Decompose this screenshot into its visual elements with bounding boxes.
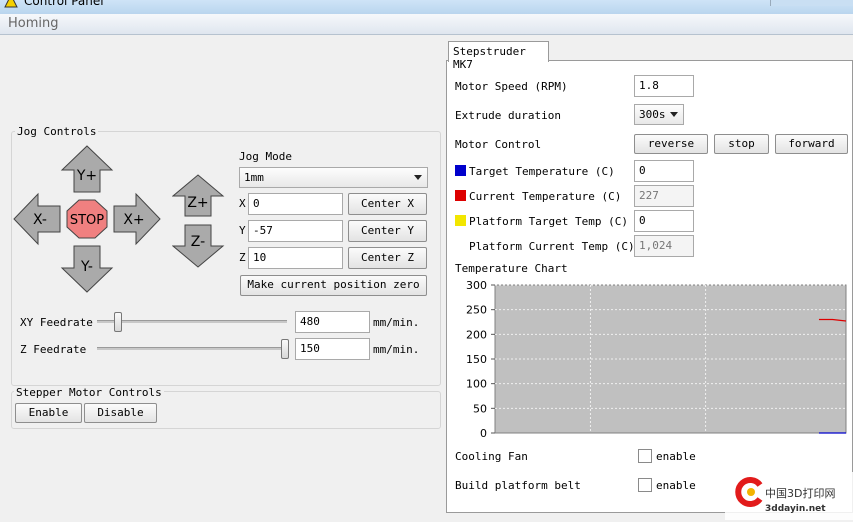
motor-speed-field[interactable]: 1.8 (634, 75, 694, 97)
chart-y-tick-label: 100 (466, 378, 487, 391)
temperature-chart: 0 50 100 150 200 250 300 (466, 279, 847, 440)
target-temp-label: Target Temperature (C) (469, 165, 615, 178)
menu-bar: Homing (0, 14, 853, 35)
z-minus-label: Z- (191, 234, 205, 250)
extrude-duration-value: 300s (639, 108, 666, 121)
enable-button[interactable]: Enable (15, 403, 82, 423)
z-position-field[interactable]: 10 (248, 247, 343, 269)
xy-feedrate-slider[interactable] (113, 312, 122, 332)
center-y-button[interactable]: Center Y (348, 220, 427, 242)
chart-y-tick-label: 250 (466, 304, 487, 317)
title-bar: Control Panel (0, 0, 853, 14)
platform-target-label: Platform Target Temp (C) (469, 215, 628, 228)
chart-y-tick-label: 200 (466, 328, 487, 341)
center-z-button[interactable]: Center Z (348, 247, 427, 269)
jog-controls-title: Jog Controls (15, 125, 99, 138)
y-minus-label: Y- (80, 259, 93, 275)
platform-current-label: Platform Current Temp (C) (469, 240, 635, 253)
jog-mode-select[interactable]: 1mm (239, 167, 428, 188)
platform-target-field[interactable]: 0 (634, 210, 694, 232)
reverse-button[interactable]: reverse (634, 134, 708, 154)
x-minus-button[interactable]: X- (13, 192, 61, 246)
cooling-fan-label: Cooling Fan (455, 450, 528, 463)
z-feedrate-track[interactable] (97, 347, 287, 350)
tab-label: Stepstruder MK7 (453, 45, 526, 71)
build-belt-label: Build platform belt (455, 479, 581, 492)
xy-feedrate-field[interactable]: 480 (295, 311, 370, 333)
x-position-field[interactable]: 0 (248, 193, 343, 215)
z-feedrate-slider[interactable] (281, 339, 289, 359)
tab-stepstruder-mk7[interactable]: Stepstruder MK7 (448, 41, 549, 71)
build-belt-checkbox[interactable] (638, 478, 652, 492)
extruder-stop-button[interactable]: stop (714, 134, 769, 154)
z-plus-label: Z+ (187, 195, 208, 211)
watermark-logo (735, 477, 763, 507)
target-temp-field[interactable]: 0 (634, 160, 694, 182)
x-minus-label: X- (33, 212, 47, 228)
make-position-zero-button[interactable]: Make current position zero (240, 275, 427, 296)
watermark-text: 中国3D打印网 (765, 487, 836, 500)
chevron-down-icon (414, 175, 422, 180)
temperature-chart-title: Temperature Chart (455, 262, 568, 275)
xy-feedrate-track[interactable] (97, 320, 287, 323)
stop-label: STOP (70, 213, 104, 228)
stop-button[interactable]: STOP (66, 199, 108, 239)
z-jog-pad: Z+ Z- (172, 174, 225, 268)
build-belt-option: enable (656, 479, 696, 492)
menu-homing[interactable]: Homing (8, 16, 59, 31)
jog-mode-value: 1mm (244, 171, 264, 184)
cooling-fan-option: enable (656, 450, 696, 463)
forward-button[interactable]: forward (775, 134, 848, 154)
disable-button[interactable]: Disable (84, 403, 157, 423)
warning-icon (4, 0, 18, 8)
z-plus-button[interactable]: Z+ (172, 174, 225, 217)
x-plus-button[interactable]: X+ (113, 192, 161, 246)
current-temp-field: 227 (634, 185, 694, 207)
chart-y-tick-label: 0 (480, 427, 487, 440)
extrude-duration-label: Extrude duration (455, 109, 561, 122)
xy-feedrate-unit: mm/min. (373, 316, 420, 329)
z-feedrate-label: Z Feedrate (20, 343, 87, 356)
y-position-label: Y (239, 224, 246, 237)
motor-speed-label: Motor Speed (RPM) (455, 80, 568, 93)
y-plus-label: Y+ (76, 168, 97, 184)
x-position-label: X (239, 197, 246, 210)
current-temp-swatch (455, 190, 466, 201)
window-controls[interactable] (770, 0, 853, 6)
window-title: Control Panel (24, 0, 104, 8)
chart-y-tick-label: 150 (466, 353, 487, 366)
target-temp-swatch (455, 165, 466, 176)
x-plus-label: X+ (123, 212, 144, 228)
y-plus-button[interactable]: Y+ (60, 145, 114, 193)
watermark: 中国3D打印网 3ddayin.net (725, 472, 853, 520)
y-position-field[interactable]: -57 (248, 220, 343, 242)
jog-pad: Y+ Y- X- X+ STOP (13, 145, 161, 293)
chart-y-tick-label: 300 (466, 279, 487, 292)
cooling-fan-checkbox[interactable] (638, 449, 652, 463)
z-feedrate-field[interactable]: 150 (295, 338, 370, 360)
chart-y-tick-label: 50 (473, 402, 487, 415)
jog-mode-label: Jog Mode (239, 150, 292, 163)
z-feedrate-unit: mm/min. (373, 343, 420, 356)
center-x-button[interactable]: Center X (348, 193, 427, 215)
extrude-duration-select[interactable]: 300s (634, 104, 684, 125)
platform-current-swatch (455, 240, 466, 251)
z-position-label: Z (239, 251, 246, 264)
platform-target-swatch (455, 215, 466, 226)
y-minus-button[interactable]: Y- (60, 245, 114, 293)
xy-feedrate-label: XY Feedrate (20, 316, 93, 329)
current-temp-label: Current Temperature (C) (469, 190, 622, 203)
chevron-down-icon (670, 112, 678, 117)
stepper-controls-title: Stepper Motor Controls (14, 386, 164, 399)
z-minus-button[interactable]: Z- (172, 224, 225, 268)
watermark-url: 3ddayin.net (765, 504, 826, 514)
motor-control-label: Motor Control (455, 138, 542, 151)
platform-current-field: 1,024 (634, 235, 694, 257)
